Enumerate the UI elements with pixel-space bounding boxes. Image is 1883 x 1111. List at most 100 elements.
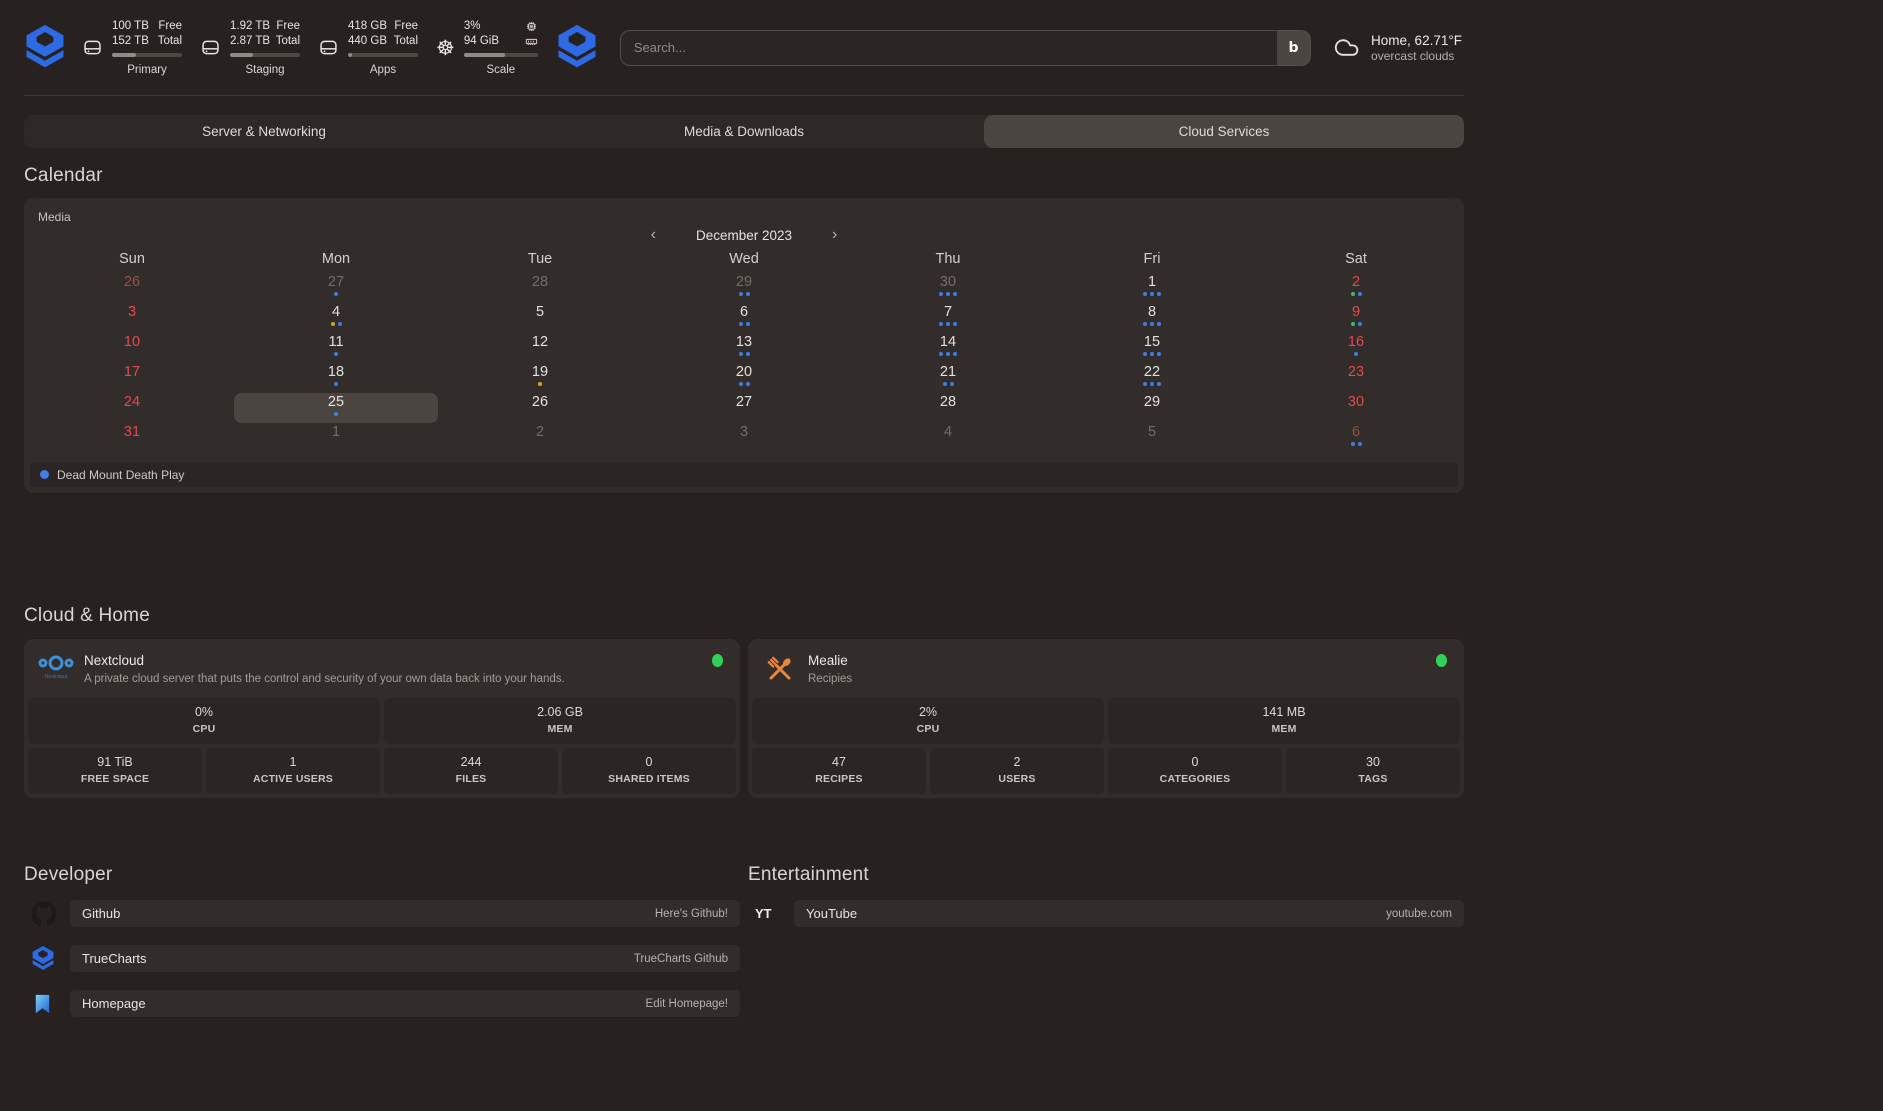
stat-label: TAGS	[1286, 773, 1460, 785]
calendar-day-28[interactable]: 28	[846, 393, 1050, 423]
disk-name-label: Primary	[112, 64, 182, 76]
stat-users: 2USERS	[930, 748, 1104, 794]
disk-icon	[82, 37, 104, 59]
bookmark-link[interactable]: HomepageEdit Homepage!	[70, 990, 740, 1017]
weekday-header-wed: Wed	[642, 251, 846, 267]
calendar-day-1[interactable]: 1	[1050, 273, 1254, 303]
calendar-day-24[interactable]: 24	[30, 393, 234, 423]
calendar-day-6[interactable]: 6	[642, 303, 846, 333]
calendar-day-9[interactable]: 9	[1254, 303, 1458, 333]
event-dot	[739, 382, 743, 386]
weekday-header-fri: Fri	[1050, 251, 1254, 267]
service-header-mealie[interactable]: MealieRecipies	[752, 643, 1460, 698]
calendar-next-button[interactable]: ›	[832, 227, 837, 243]
youtube-text-icon: YT	[748, 906, 794, 921]
stat-value: 0%	[28, 705, 380, 719]
calendar-day-3[interactable]: 3	[30, 303, 234, 333]
storage-widget-apps: 418 GBFree440 GBTotalApps	[318, 19, 418, 76]
calendar-day-15[interactable]: 15	[1050, 333, 1254, 363]
service-card-nextcloud: NextcloudNextcloudA private cloud server…	[24, 639, 740, 798]
calendar-day-1[interactable]: 1	[234, 423, 438, 453]
stat-label: MEM	[384, 723, 736, 735]
event-dot	[334, 292, 338, 296]
calendar-day-26[interactable]: 26	[30, 273, 234, 303]
bookmark-description: youtube.com	[1386, 908, 1452, 920]
calendar-day-30[interactable]: 30	[1254, 393, 1458, 423]
calendar-day-4[interactable]: 4	[234, 303, 438, 333]
tab-cloud-services[interactable]: Cloud Services	[984, 115, 1464, 148]
stat-value: 30	[1286, 755, 1460, 769]
calendar-day-27[interactable]: 27	[642, 393, 846, 423]
event-dot	[746, 352, 750, 356]
stat-mem: 141 MBMEM	[1108, 698, 1460, 744]
event-dot	[1358, 322, 1362, 326]
event-dot	[538, 382, 542, 386]
calendar-day-27[interactable]: 27	[234, 273, 438, 303]
service-header-nextcloud[interactable]: NextcloudNextcloudA private cloud server…	[28, 643, 736, 698]
stat-label: FILES	[384, 773, 558, 785]
homepage-icon	[24, 992, 70, 1016]
tab-media-downloads[interactable]: Media & Downloads	[504, 115, 984, 148]
calendar-day-18[interactable]: 18	[234, 363, 438, 393]
event-dot	[1143, 352, 1147, 356]
tab-server-networking[interactable]: Server & Networking	[24, 115, 504, 148]
event-dot	[746, 382, 750, 386]
search-engine-button[interactable]: b	[1277, 30, 1311, 66]
github-icon	[24, 901, 70, 927]
weekday-header-sat: Sat	[1254, 251, 1458, 267]
calendar-day-26[interactable]: 26	[438, 393, 642, 423]
calendar-day-20[interactable]: 20	[642, 363, 846, 393]
calendar-day-12[interactable]: 12	[438, 333, 642, 363]
search-input[interactable]	[620, 30, 1277, 66]
status-dot	[712, 654, 723, 667]
calendar-day-23[interactable]: 23	[1254, 363, 1458, 393]
calendar-prev-button[interactable]: ‹	[651, 227, 656, 243]
calendar-month-title: December 2023	[696, 228, 792, 243]
stat-cpu: 0%CPU	[28, 698, 380, 744]
bookmark-group-entertainment: YTYouTubeyoutube.com	[748, 900, 1464, 927]
calendar-day-25[interactable]: 25	[234, 393, 438, 423]
calendar-day-13[interactable]: 13	[642, 333, 846, 363]
stat-active-users: 1ACTIVE USERS	[206, 748, 380, 794]
calendar-day-16[interactable]: 16	[1254, 333, 1458, 363]
stat-label: MEM	[1108, 723, 1460, 735]
calendar-day-6[interactable]: 6	[1254, 423, 1458, 453]
calendar-day-7[interactable]: 7	[846, 303, 1050, 333]
bookmark-groups: Developer GithubHere's Github!TrueCharts…	[24, 864, 1464, 1017]
calendar-day-17[interactable]: 17	[30, 363, 234, 393]
calendar-day-30[interactable]: 30	[846, 273, 1050, 303]
calendar-day-2[interactable]: 2	[1254, 273, 1458, 303]
calendar-day-5[interactable]: 5	[438, 303, 642, 333]
event-dot	[1157, 322, 1161, 326]
calendar-day-29[interactable]: 29	[1050, 393, 1254, 423]
calendar-day-2[interactable]: 2	[438, 423, 642, 453]
calendar-day-28[interactable]: 28	[438, 273, 642, 303]
disk-name-label: Apps	[348, 64, 418, 76]
stat-label: FREE SPACE	[28, 773, 202, 785]
stat-value: 244	[384, 755, 558, 769]
service-description: A private cloud server that puts the con…	[84, 672, 565, 686]
cpu-icon	[525, 20, 538, 33]
calendar-day-31[interactable]: 31	[30, 423, 234, 453]
bookmark-link[interactable]: TrueChartsTrueCharts Github	[70, 945, 740, 972]
calendar-day-11[interactable]: 11	[234, 333, 438, 363]
calendar-day-8[interactable]: 8	[1050, 303, 1254, 333]
calendar-day-5[interactable]: 5	[1050, 423, 1254, 453]
stat-label: SHARED ITEMS	[562, 773, 736, 785]
calendar-month-nav: ‹ December 2023 ›	[30, 227, 1458, 243]
calendar-day-29[interactable]: 29	[642, 273, 846, 303]
calendar-day-22[interactable]: 22	[1050, 363, 1254, 393]
calendar-day-10[interactable]: 10	[30, 333, 234, 363]
page: 100 TBFree152 TBTotalPrimary1.92 TBFree2…	[24, 0, 1464, 1017]
calendar-day-19[interactable]: 19	[438, 363, 642, 393]
event-dot	[1150, 322, 1154, 326]
bookmark-link[interactable]: YouTubeyoutube.com	[794, 900, 1464, 927]
bookmark-youtube: YTYouTubeyoutube.com	[748, 900, 1464, 927]
bookmark-link[interactable]: GithubHere's Github!	[70, 900, 740, 927]
calendar-day-3[interactable]: 3	[642, 423, 846, 453]
bookmark-name: Homepage	[82, 996, 146, 1011]
calendar-day-4[interactable]: 4	[846, 423, 1050, 453]
calendar-day-21[interactable]: 21	[846, 363, 1050, 393]
calendar-day-14[interactable]: 14	[846, 333, 1050, 363]
event-dot	[953, 352, 957, 356]
